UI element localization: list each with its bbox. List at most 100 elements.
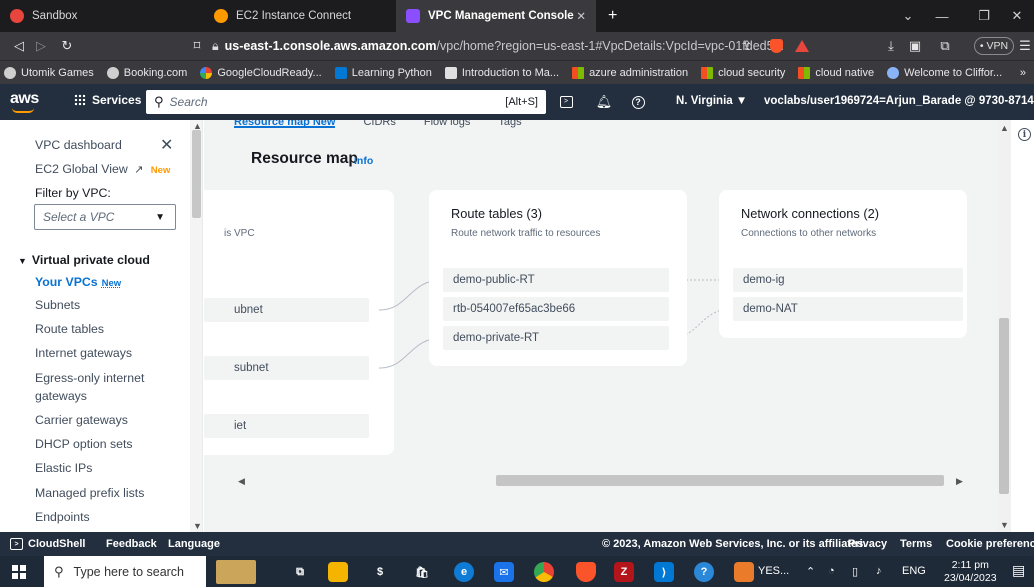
- language-indicator[interactable]: ENG: [902, 565, 926, 577]
- route-table-demo-public-rt[interactable]: demo-public-RT: [443, 268, 669, 292]
- sidebar-item-your-vpcs[interactable]: Your VPCs New: [35, 275, 121, 289]
- wallet-icon[interactable]: ⧉: [934, 32, 956, 60]
- sidebar-scrollbar-thumb[interactable]: [192, 130, 201, 218]
- back-icon[interactable]: ◁: [8, 32, 30, 60]
- url-field[interactable]: 🔒︎ us-east-1.console.aws.amazon.com /vpc…: [212, 36, 817, 56]
- bookmark-utomik-games[interactable]: Utomik Games: [4, 66, 94, 79]
- vpc-filter-select[interactable]: Select a VPC ▼: [34, 204, 176, 230]
- horizontal-scrollbar-thumb[interactable]: [496, 475, 944, 486]
- battery-icon[interactable]: ▯: [852, 565, 858, 578]
- notifications-icon[interactable]: ▤: [1012, 562, 1025, 579]
- account-menu[interactable]: voclabs/user1969724=Arjun_Barade @ 9730-…: [764, 95, 1034, 107]
- sidebar-item-elastic-ips[interactable]: Elastic IPs: [35, 461, 92, 475]
- sidebar-item-egress-only-internet-gateways-line2[interactable]: gateways: [35, 389, 87, 403]
- scroll-right-icon[interactable]: ▶: [956, 476, 963, 487]
- scroll-left-icon[interactable]: ◀: [238, 476, 245, 487]
- route-table-demo-private-rt[interactable]: demo-private-RT: [443, 326, 669, 350]
- bookmark-booking[interactable]: Booking.com: [106, 66, 187, 79]
- store-icon[interactable]: 🛍︎: [412, 562, 432, 582]
- bookmark-azure-administration[interactable]: azure administration: [572, 66, 688, 79]
- scroll-up-icon[interactable]: ▲: [1000, 123, 1009, 133]
- minimize-icon[interactable]: —: [922, 0, 962, 32]
- task-view-icon[interactable]: ⧉: [290, 562, 310, 582]
- bookmark-cloud-security[interactable]: cloud security: [701, 66, 785, 79]
- bookmark-introduction[interactable]: Introduction to Ma...: [444, 66, 559, 79]
- filezilla-icon[interactable]: Z: [614, 562, 634, 582]
- route-table-rtb[interactable]: rtb-054007ef65ac3be66: [443, 297, 669, 321]
- share-icon[interactable]: ⇪: [736, 32, 758, 60]
- close-tab-icon[interactable]: ✕: [576, 9, 586, 23]
- bookmark-cloud-native[interactable]: cloud native: [798, 66, 874, 79]
- edge-icon[interactable]: e: [454, 562, 474, 582]
- sidebar-item-endpoints[interactable]: Endpoints: [35, 510, 90, 524]
- sidebar-item-subnets[interactable]: Subnets: [35, 298, 80, 312]
- forward-icon[interactable]: ▷: [30, 32, 52, 60]
- network-icon[interactable]: ◔: [828, 565, 835, 577]
- close-window-icon[interactable]: ✕: [1000, 0, 1034, 32]
- yes-app-icon[interactable]: [734, 562, 754, 582]
- help-icon[interactable]: ?: [628, 92, 648, 112]
- scroll-down-icon[interactable]: ▼: [1000, 520, 1009, 530]
- vscode-icon[interactable]: ⟩: [654, 562, 674, 582]
- cookie-preferences-link[interactable]: Cookie preferences: [946, 538, 1034, 550]
- bookmark-icon[interactable]: ⌑: [186, 32, 208, 60]
- restore-icon[interactable]: ❐: [964, 0, 1004, 32]
- services-menu-button[interactable]: Services: [74, 93, 141, 107]
- help-app-icon[interactable]: ?: [694, 562, 714, 582]
- reload-icon[interactable]: ↻: [56, 32, 78, 60]
- network-connection-demo-nat[interactable]: demo-NAT: [733, 297, 963, 321]
- privacy-link[interactable]: Privacy: [848, 538, 887, 550]
- sidebar-item-internet-gateways[interactable]: Internet gateways: [35, 346, 132, 360]
- aws-logo[interactable]: aws: [10, 90, 39, 113]
- terms-link[interactable]: Terms: [900, 538, 932, 550]
- cloudshell-icon[interactable]: >: [556, 92, 576, 112]
- sidebar-item-carrier-gateways[interactable]: Carrier gateways: [35, 413, 128, 427]
- close-icon[interactable]: ✕: [160, 135, 173, 155]
- tab-sandbox[interactable]: Sandbox: [0, 0, 200, 32]
- chrome-icon[interactable]: [534, 562, 554, 582]
- download-icon[interactable]: ⤓: [880, 32, 902, 60]
- tray-chevron-icon[interactable]: ⌃: [806, 565, 815, 578]
- volume-icon[interactable]: ♪: [876, 565, 882, 577]
- search-input[interactable]: ⚲ Search [Alt+S]: [146, 90, 546, 114]
- feedback-link[interactable]: Feedback: [106, 538, 157, 550]
- tab-vpc-management-console[interactable]: VPC Management Console ✕: [396, 0, 596, 32]
- vpn-button[interactable]: • VPN: [974, 37, 1014, 55]
- bookmark-googlecloudready[interactable]: GoogleCloudReady...: [200, 66, 322, 79]
- scroll-down-icon[interactable]: ▼: [193, 521, 202, 531]
- bell-icon[interactable]: 🔔︎: [594, 92, 614, 112]
- more-bookmarks-button[interactable]: »: [1020, 67, 1026, 79]
- network-connection-demo-ig[interactable]: demo-ig: [733, 268, 963, 292]
- scroll-up-icon[interactable]: ▲: [193, 121, 202, 131]
- sidebar-item-egress-only-internet-gateways[interactable]: Egress-only internet: [35, 371, 144, 385]
- taskbar-widget-icon[interactable]: [216, 560, 256, 584]
- menu-icon[interactable]: ☰: [1014, 32, 1034, 60]
- tab-ec2-instance-connect[interactable]: EC2 Instance Connect: [204, 0, 394, 32]
- new-tab-button[interactable]: +: [598, 0, 626, 32]
- brave-icon[interactable]: [576, 562, 596, 582]
- section-virtual-private-cloud[interactable]: ▼ Virtual private cloud: [18, 253, 150, 267]
- sidebar-item-route-tables[interactable]: Route tables: [35, 322, 104, 336]
- clock-time: 2:11 pm: [951, 559, 989, 571]
- windows-start-icon[interactable]: [12, 565, 26, 579]
- sidebar-item-managed-prefix-lists[interactable]: Managed prefix lists: [35, 486, 144, 500]
- bookmark-learning-python[interactable]: Learning Python: [334, 66, 432, 79]
- cloudshell-button[interactable]: > CloudShell: [10, 538, 85, 550]
- info-panel-icon[interactable]: i: [1018, 128, 1031, 141]
- brave-shield-icon[interactable]: [766, 32, 786, 60]
- taskbar-clock[interactable]: 2:11 pm 23/04/2023: [944, 559, 997, 585]
- taskbar-search-input[interactable]: ⚲ Type here to search: [44, 556, 206, 587]
- region-selector[interactable]: N. Virginia ▼: [676, 95, 747, 107]
- sidebar-item-ec2-global-view[interactable]: EC2 Global View ↗ New: [35, 162, 170, 176]
- mail-icon[interactable]: ✉: [494, 562, 514, 582]
- brave-rewards-icon[interactable]: [792, 32, 812, 60]
- bookmark-welcome-to-clifford[interactable]: Welcome to Cliffor...: [887, 66, 1002, 79]
- main-scrollbar-thumb[interactable]: [999, 318, 1009, 494]
- language-link[interactable]: Language: [168, 538, 220, 550]
- yes-app-label[interactable]: YES...: [758, 565, 789, 577]
- sidebar-toggle-icon[interactable]: ▣: [904, 32, 926, 60]
- sublime-icon[interactable]: $: [370, 562, 390, 582]
- file-explorer-icon[interactable]: [328, 562, 348, 582]
- sidebar-item-vpc-dashboard[interactable]: VPC dashboard: [35, 138, 122, 152]
- sidebar-item-dhcp-option-sets[interactable]: DHCP option sets: [35, 437, 133, 451]
